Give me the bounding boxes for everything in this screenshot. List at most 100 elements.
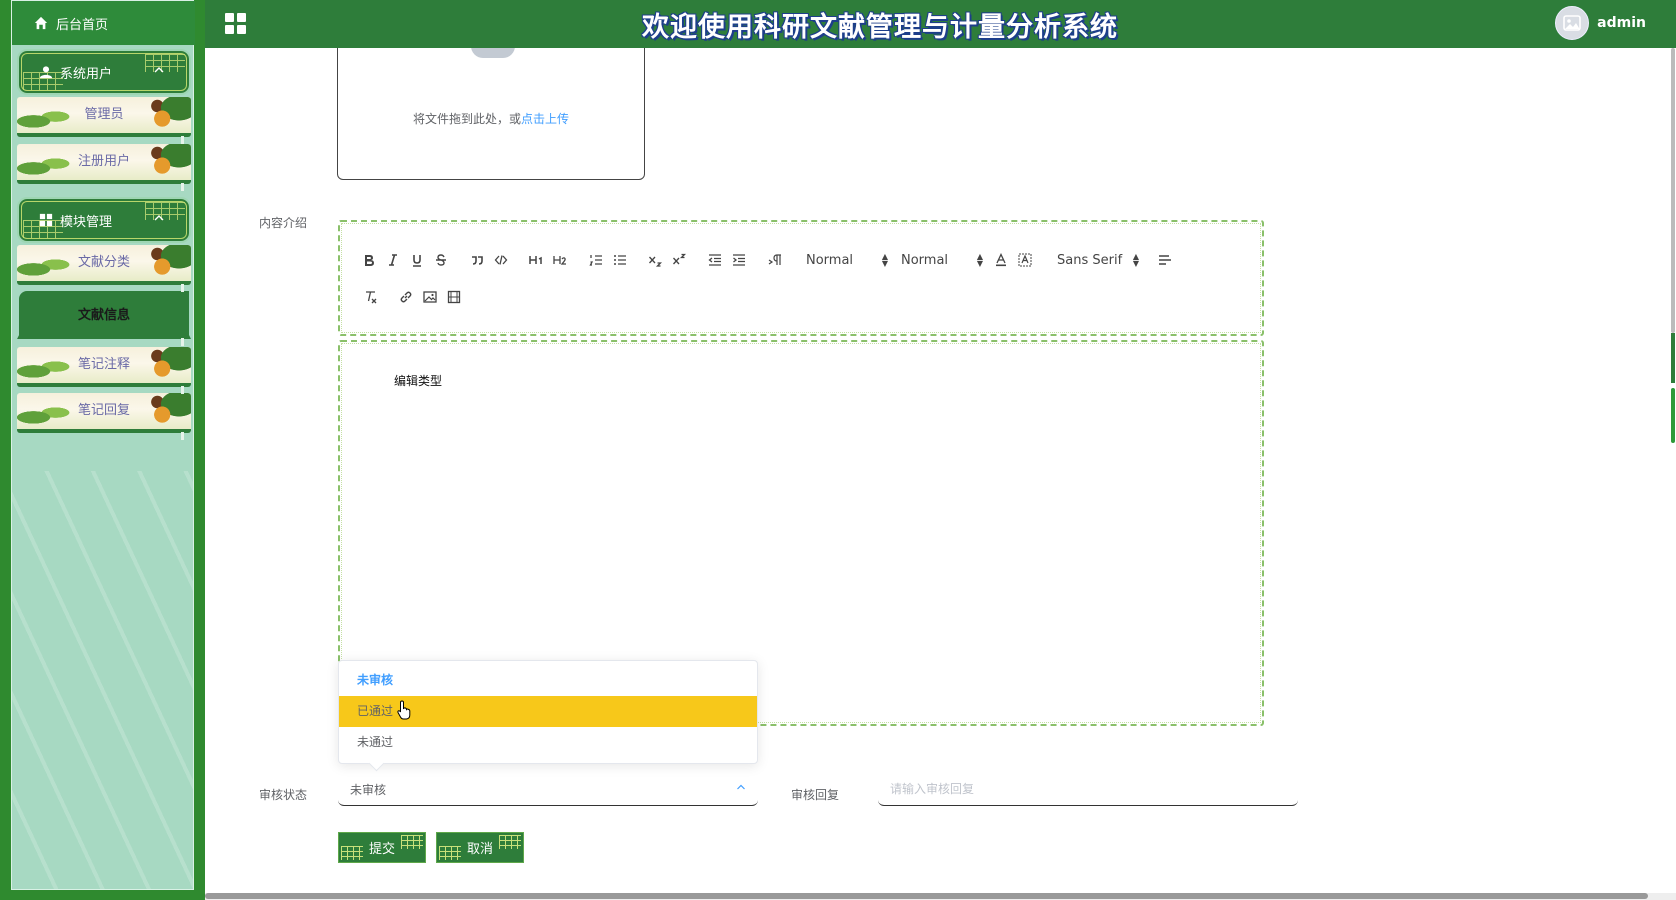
size-select-value: Normal: [901, 252, 949, 268]
chevron-up-icon: [154, 67, 164, 73]
font-select[interactable]: Sans Serif ▲ ▼: [1057, 251, 1139, 269]
editor-content[interactable]: 编辑类型: [394, 372, 442, 389]
sidebar-item-registered-users[interactable]: 注册用户: [17, 144, 191, 184]
review-status-select[interactable]: 未审核: [338, 772, 758, 806]
sidebar-group-system-users[interactable]: 系统用户: [17, 49, 191, 95]
text-direction-icon: [768, 254, 781, 265]
sidebar-item-label: 文献分类: [77, 255, 130, 270]
upload-link[interactable]: 点击上传: [521, 112, 569, 126]
submit-button-label: 提交: [368, 842, 395, 857]
subscript-icon: [649, 256, 662, 267]
size-select[interactable]: Normal ▲ ▼: [901, 251, 983, 269]
quote-icon: [472, 256, 483, 265]
user-menu[interactable]: admin: [1555, 6, 1646, 40]
user-icon: [39, 66, 53, 79]
dropdown-option[interactable]: 未通过: [339, 727, 757, 758]
text-color-icon: [996, 253, 1006, 267]
cancel-button[interactable]: 取消: [436, 832, 524, 863]
dropdown-option[interactable]: 已通过: [339, 696, 757, 727]
sidebar-group-module-management[interactable]: 模块管理: [17, 197, 191, 243]
indent-icon: [733, 254, 745, 266]
sidebar-item-label: 文献信息: [77, 307, 130, 323]
upload-hint: 将文件拖到此处，或: [412, 112, 521, 126]
horizontal-scrollbar[interactable]: [205, 893, 1676, 900]
updown-arrow-icon: ▲ ▼: [1132, 252, 1139, 268]
hand-cursor-icon: [397, 700, 411, 720]
sidebar-item-note-replies[interactable]: 笔记回复: [17, 393, 191, 433]
strike-button[interactable]: [432, 251, 450, 269]
indent-button[interactable]: [730, 251, 748, 269]
superscript-button[interactable]: [670, 251, 688, 269]
text-color-button[interactable]: [992, 251, 1010, 269]
subscript-button[interactable]: [646, 251, 664, 269]
sidebar-item-home[interactable]: 后台首页: [12, 1, 195, 45]
image-icon: [423, 291, 437, 303]
bold-button[interactable]: [360, 251, 378, 269]
superscript-icon: [673, 253, 686, 265]
underline-button[interactable]: [408, 251, 426, 269]
vertical-scrollbar[interactable]: [1659, 48, 1676, 900]
review-status-label: 审核状态: [258, 788, 307, 802]
page-title: 欢迎使用科研文献管理与计量分析系统: [642, 12, 1118, 43]
h2-icon: [553, 256, 566, 265]
header-select[interactable]: Normal ▲ ▼: [806, 251, 888, 269]
header2-button[interactable]: [551, 251, 569, 269]
sidebar-item-label: 注册用户: [77, 154, 130, 169]
sidebar-item-admin[interactable]: 管理员: [17, 97, 191, 137]
home-icon: [34, 16, 48, 30]
sidebar-item-label: 后台首页: [56, 17, 109, 33]
font-select-value: Sans Serif: [1057, 252, 1123, 268]
video-button[interactable]: [445, 288, 463, 306]
sidebar-item-literature-category[interactable]: 文献分类: [17, 245, 191, 285]
italic-button[interactable]: [384, 251, 402, 269]
scrollbar-thumb[interactable]: [205, 893, 1648, 899]
grid-icon: [39, 213, 53, 227]
updown-arrow-icon: ▲ ▼: [976, 252, 983, 268]
sidebar-item-literature-info[interactable]: 文献信息: [17, 289, 191, 339]
bold-icon: [365, 255, 374, 266]
upload-cloud-icon: [471, 48, 515, 58]
image-button[interactable]: [421, 288, 439, 306]
clear-format-icon: [366, 291, 377, 304]
outdent-button[interactable]: [706, 251, 724, 269]
user-name: admin: [1597, 15, 1646, 31]
review-reply-input[interactable]: [878, 772, 1298, 805]
sidebar-group-label: 模块管理: [60, 214, 113, 230]
ordered-list-button[interactable]: [587, 251, 605, 269]
main-content: 将文件拖到此处，或点击上传 内容介绍 Normal ▲ ▼ Normal ▲ ▼ S…: [205, 48, 1659, 893]
scrollbar-thumb[interactable]: [1671, 388, 1675, 443]
sidebar-group-label: 系统用户: [60, 66, 113, 82]
cancel-button-label: 取消: [466, 842, 493, 857]
background-color-button[interactable]: [1016, 251, 1034, 269]
clear-format-button[interactable]: [362, 288, 380, 306]
submit-button[interactable]: 提交: [338, 832, 426, 863]
blockquote-button[interactable]: [468, 251, 486, 269]
outdent-icon: [708, 254, 721, 266]
ordered-list-icon: [589, 255, 602, 266]
file-upload-dropzone[interactable]: 将文件拖到此处，或点击上传: [337, 48, 645, 180]
chevron-up-icon: [154, 215, 164, 221]
code-block-button[interactable]: [492, 251, 510, 269]
link-button[interactable]: [397, 288, 415, 306]
updown-arrow-icon: ▲ ▼: [881, 252, 888, 268]
dropdown-option[interactable]: 未审核: [339, 665, 757, 696]
review-reply-field: [878, 772, 1298, 806]
sidebar-item-label: 笔记回复: [77, 403, 130, 418]
bullet-list-button[interactable]: [611, 251, 629, 269]
menu-grid-icon[interactable]: [225, 13, 246, 34]
avatar[interactable]: [1555, 6, 1590, 40]
dropdown-option-label: 已通过: [357, 704, 394, 718]
underline-icon: [413, 255, 421, 267]
review-status-dropdown: 未审核 已通过 未通过: [338, 660, 758, 764]
sidebar-item-notes[interactable]: 笔记注释: [17, 347, 191, 387]
h1-icon: [529, 256, 542, 264]
link-icon: [400, 291, 412, 303]
align-button[interactable]: [1156, 251, 1174, 269]
content-intro-label: 内容介绍: [258, 216, 307, 230]
header1-button[interactable]: [527, 251, 545, 269]
text-direction-button[interactable]: [766, 251, 784, 269]
sidebar-item-label: 笔记注释: [77, 357, 130, 372]
image-icon: [1563, 15, 1581, 31]
chevron-up-icon: [737, 784, 745, 790]
review-reply-label: 审核回复: [790, 788, 839, 802]
